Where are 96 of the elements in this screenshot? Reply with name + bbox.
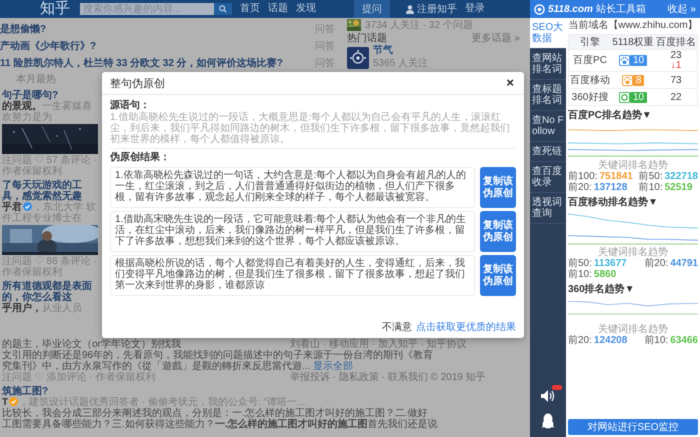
side-nav-item[interactable]: SEO大数据	[530, 18, 566, 49]
answer-title[interactable]: 句子是哪句?	[2, 90, 100, 101]
author-line: T ，建筑设计话题优秀回答者 · 偷偷考状元，我的公众号: “谭嗒一...	[2, 397, 306, 408]
side-nav-item[interactable]: 查死链	[530, 142, 566, 162]
more-topics-link[interactable]: 更多话题 »	[472, 31, 520, 45]
side-nav-item[interactable]: 查No Follow	[530, 111, 566, 142]
stat-value: 322718	[664, 171, 698, 182]
ask-button[interactable]: 提问	[354, 0, 390, 18]
answer-meta: 注问题 ♡ 86 条评论 · 作者保留权利	[2, 256, 98, 278]
engine-name: 百度移动	[569, 74, 611, 86]
copy-button[interactable]: 复制该伪原创	[480, 167, 516, 208]
section-title[interactable]: 360排名趋势▼	[568, 284, 698, 296]
answer-title[interactable]: 所有道德观都是表面的，你怎么看这	[2, 281, 100, 303]
login-link[interactable]: 登录	[465, 3, 485, 15]
answer-meta: 注问题 ♡ 添加评论 · 作者保留权利	[2, 372, 156, 383]
better-results-link[interactable]: 点击获取更优质的结果	[416, 322, 516, 334]
footer-links[interactable]: 举报投诉 · 隐私政策 · 联系我们 © 2019 知乎	[290, 372, 486, 383]
register-link[interactable]: 注册知乎	[406, 2, 457, 16]
result-text-box[interactable]: 1.借助高宋晓先生说的一段话，它可能意味着:每个人都认为他会有一个非凡的生活，在红尘中滚动，后来，我们像路边的树一样平凡，但是我们生了许多根，留下了许多故事，想想我们来到的这个世界，每个人都应该被原谅。	[110, 211, 475, 252]
stat-value: 5860	[594, 269, 616, 280]
answer-excerpt-line: 比较长，我会分成三部分来阐述我的观点，分别是：一.怎么样的施工图才叫好的施工图？二.做好	[2, 408, 429, 419]
stat-value: 137128	[594, 182, 628, 193]
column-header: 引擎	[579, 36, 601, 48]
weight-value: 8	[632, 74, 644, 86]
side-nav-item[interactable]: 透视词查询	[530, 193, 566, 224]
nav-link[interactable]: 首页	[240, 3, 260, 15]
footer-links[interactable]: 刘看山 · 移动应用 · 加入知乎 · 知乎协议	[290, 339, 467, 350]
answer-excerpt-line: 究集刊》中，由方永泉写作的《從「遊戲」是觀的轉折來反思當代遊... 显示全部	[2, 361, 354, 372]
author-line: 乎用户，从业人员	[2, 303, 83, 314]
answer-title[interactable]: 筑施工图?	[2, 386, 530, 397]
stat-label: 前10:	[638, 182, 663, 193]
answer-excerpt-line: 工图需要具备哪些能力？三.如何获得这些能力？一.怎么样的施工图才叫好的施工图首先我们还是说	[2, 419, 439, 430]
nav-link[interactable]: 话题	[268, 3, 288, 15]
rank-value: 73	[670, 74, 682, 86]
stat-label: 前50:	[638, 171, 663, 182]
question-title[interactable]: 是想偷懒?	[0, 22, 46, 36]
chart-caption: 关键词排名趋势	[597, 324, 669, 335]
stat-value: 113677	[594, 258, 627, 269]
seo-monitor-button[interactable]: 对网站进行SEO监控	[568, 419, 698, 435]
dissatisfied-label: 不满意	[382, 322, 412, 334]
stat-value: 751841	[599, 171, 633, 182]
stat-label: 前10:	[644, 335, 668, 346]
answer-excerpt-line: 文引用的判断还是96年的，先看原句，我能找到的问题描述中的句子来源于一份台湾的期刊《教育	[2, 350, 434, 361]
stat-value: 44791	[670, 258, 698, 269]
answer-title[interactable]: 了每天玩游戏的工具，感觉索然无趣	[2, 180, 100, 202]
weight-value: 10	[630, 55, 648, 66]
topic-stats: 3734 人关注 · 32 个问题	[365, 18, 473, 32]
answer-meta: 注问题 ♡ 57 条评论 · 作者保留权利	[2, 155, 98, 177]
brand-name: 5118.com	[548, 4, 593, 14]
result-text-box[interactable]: 根据高晓松所说的话，每个人都觉得自己有着美好的人生，变得通红，后来，我们变得平凡地像路边的树，但是我们生了很多根，留下了很多故事，想起了我们第一次来到世界的身影，谁都原谅	[110, 255, 475, 296]
side-nav-item[interactable]: 查网站排名词	[530, 49, 566, 80]
rank-value: 23	[670, 50, 682, 61]
source-label: 源语句：	[110, 99, 151, 112]
stat-label: 前100:	[568, 171, 598, 182]
stat-label: 前20:	[568, 182, 592, 193]
answer-excerpt-line: 的题主，毕业论文（or学年论文）别找我	[2, 339, 181, 350]
rank-change: ↓1	[670, 61, 682, 71]
copy-button[interactable]: 复制该伪原创	[480, 255, 516, 296]
copy-button[interactable]: 复制该伪原创	[480, 211, 516, 252]
show-all-link[interactable]: 显示全部	[313, 361, 354, 372]
panel-title: 站长工具箱	[596, 2, 646, 16]
domain-label: 当前域名【www.zhihu.com】	[568, 20, 698, 31]
question-title[interactable]: 产动画《少年歌行》?	[0, 38, 96, 52]
engine-name: 百度PC	[572, 55, 608, 66]
topic-followers: 5365 人关注	[373, 56, 428, 70]
column-header: 5118权重	[611, 36, 655, 48]
engine-name: 360好搜	[570, 92, 610, 102]
side-nav-item[interactable]: 查标题排名词	[530, 80, 566, 111]
section-title: 热门话题	[347, 32, 387, 44]
column-header: 百度排名	[655, 36, 697, 48]
result-text-box[interactable]: 1.依靠高晓松先森说过的一句话，大约含意是:每个人都以为自身会有超凡的人的一生，红尘滚滚，到之后，人们普普通通得好似街边的植物，但人们产下很多根，留有许多故事，观念起人们刚来全球的样子，每个人都最该被宽容。	[110, 167, 475, 208]
author-line: 乎君 ，东北大学 软件工程专业博士在	[2, 202, 97, 224]
close-button[interactable]: ×	[504, 76, 516, 90]
dialog-title: 整句伪原创	[110, 76, 165, 90]
section-title[interactable]: 百度移动排名趋势▼	[568, 197, 698, 209]
stat-label: 前10:	[568, 269, 592, 280]
weight-value: 10	[630, 92, 648, 102]
stat-value: 124208	[594, 335, 628, 346]
section-title[interactable]: 百度PC排名趋势▼	[568, 110, 698, 122]
collapse-button[interactable]: 收起 »	[668, 2, 696, 16]
topic-name[interactable]: 节气	[373, 45, 428, 56]
nav-link[interactable]: 发现	[296, 3, 316, 15]
author-line: 的景观。一生雾媒喜欢努力是为	[2, 101, 93, 123]
stat-label: 前20:	[568, 335, 592, 346]
chart-caption: 关键词排名趋势	[597, 247, 669, 258]
chart-caption: 关键词排名趋势	[597, 160, 669, 171]
rank-value: 22	[670, 92, 682, 102]
question-title[interactable]: 11 险胜凯尔特人，杜兰特 33 分欧文 32 分，如何评价这场比赛?	[0, 56, 283, 70]
stat-label: 前20:	[644, 258, 668, 269]
stat-value: 52519	[664, 182, 692, 193]
source-text: 1.借助高晓松先生说过的一段话，大概意思是:每个人都以为自己会有平凡的人生，滚滚红尘，到后来，我们平凡得如同路边的树木，但我们生下许多根，留下很多故事，竟然起我们初来世界的模样，每个人都值得被原谅。	[110, 112, 516, 149]
stat-label: 前50:	[568, 258, 592, 269]
site-logo[interactable]: 知乎	[40, 0, 70, 18]
results-label: 伪原创结果：	[110, 151, 171, 164]
stat-value: 63466	[670, 335, 698, 346]
side-nav-item[interactable]: 查百度收录	[530, 162, 566, 193]
